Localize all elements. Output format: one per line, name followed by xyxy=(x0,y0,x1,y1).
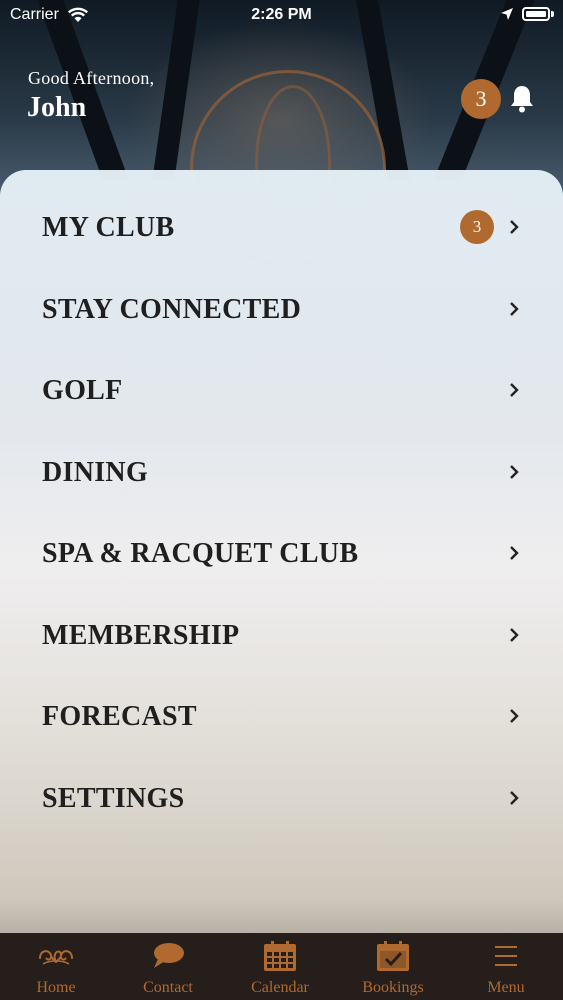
menu-item-label: STAY CONNECTED xyxy=(42,293,302,325)
greeting-text: Good Afternoon, xyxy=(28,68,155,88)
menu-item-label: GOLF xyxy=(42,375,123,406)
chevron-right-icon xyxy=(510,790,519,805)
calendar-icon xyxy=(264,941,296,971)
chevron-right-icon xyxy=(510,546,519,560)
menu-item-golf[interactable]: GOLF xyxy=(0,351,563,433)
tab-label: Menu xyxy=(487,979,525,996)
notification-count-badge[interactable]: 3 xyxy=(461,79,501,119)
tab-bookings[interactable]: Bookings xyxy=(337,933,449,1000)
user-name: John xyxy=(27,92,87,123)
chevron-right-icon xyxy=(510,301,519,316)
tab-label: Bookings xyxy=(362,979,424,996)
bell-icon[interactable] xyxy=(508,84,536,114)
tab-label: Contact xyxy=(143,979,193,996)
battery-icon xyxy=(522,7,550,21)
tab-home[interactable]: Home xyxy=(0,933,112,1000)
main-menu-list: MY CLUB 3 STAY CONNECTED GOLF DINING SPA… xyxy=(0,188,563,840)
tab-contact[interactable]: Contact xyxy=(112,933,224,1000)
chat-bubble-icon xyxy=(154,943,184,968)
menu-item-label: SPA & RACQUET CLUB xyxy=(42,538,359,569)
chevron-right-icon xyxy=(510,383,519,397)
bottom-tab-bar: Home Contact Calendar Bookings Menu xyxy=(0,933,563,1000)
menu-item-stay-connected[interactable]: STAY CONNECTED xyxy=(0,270,563,352)
menu-item-spa-racquet-club[interactable]: SPA & RACQUET CLUB xyxy=(0,514,563,596)
logo-flourish-icon xyxy=(39,950,73,965)
menu-item-label: DINING xyxy=(42,456,149,488)
chevron-right-icon xyxy=(510,464,519,479)
chevron-right-icon xyxy=(510,709,519,723)
location-arrow-icon xyxy=(501,8,513,20)
menu-item-label: SETTINGS xyxy=(42,782,185,814)
chevron-right-icon xyxy=(510,627,519,642)
calendar-check-icon xyxy=(377,941,409,971)
main-menu-card: MY CLUB 3 STAY CONNECTED GOLF DINING SPA… xyxy=(0,170,563,933)
my-club-count-badge: 3 xyxy=(460,210,494,244)
menu-item-forecast[interactable]: FORECAST xyxy=(0,677,563,759)
clock: 2:26 PM xyxy=(251,6,312,23)
hamburger-menu-icon xyxy=(495,946,517,966)
tab-label: Home xyxy=(36,979,76,996)
menu-item-dining[interactable]: DINING xyxy=(0,433,563,515)
menu-item-label: FORECAST xyxy=(42,701,197,732)
status-bar: Carrier 2:26 PM xyxy=(0,0,563,32)
tab-menu[interactable]: Menu xyxy=(450,933,562,1000)
menu-item-my-club[interactable]: MY CLUB 3 xyxy=(0,188,563,270)
menu-item-settings[interactable]: SETTINGS xyxy=(0,759,563,841)
battery-tip xyxy=(551,11,554,17)
menu-item-membership[interactable]: MEMBERSHIP xyxy=(0,596,563,678)
chevron-right-icon xyxy=(510,220,519,234)
tab-calendar[interactable]: Calendar xyxy=(224,933,336,1000)
menu-item-label: MEMBERSHIP xyxy=(42,619,240,651)
menu-item-label: MY CLUB xyxy=(42,212,175,243)
tab-label: Calendar xyxy=(251,979,309,996)
